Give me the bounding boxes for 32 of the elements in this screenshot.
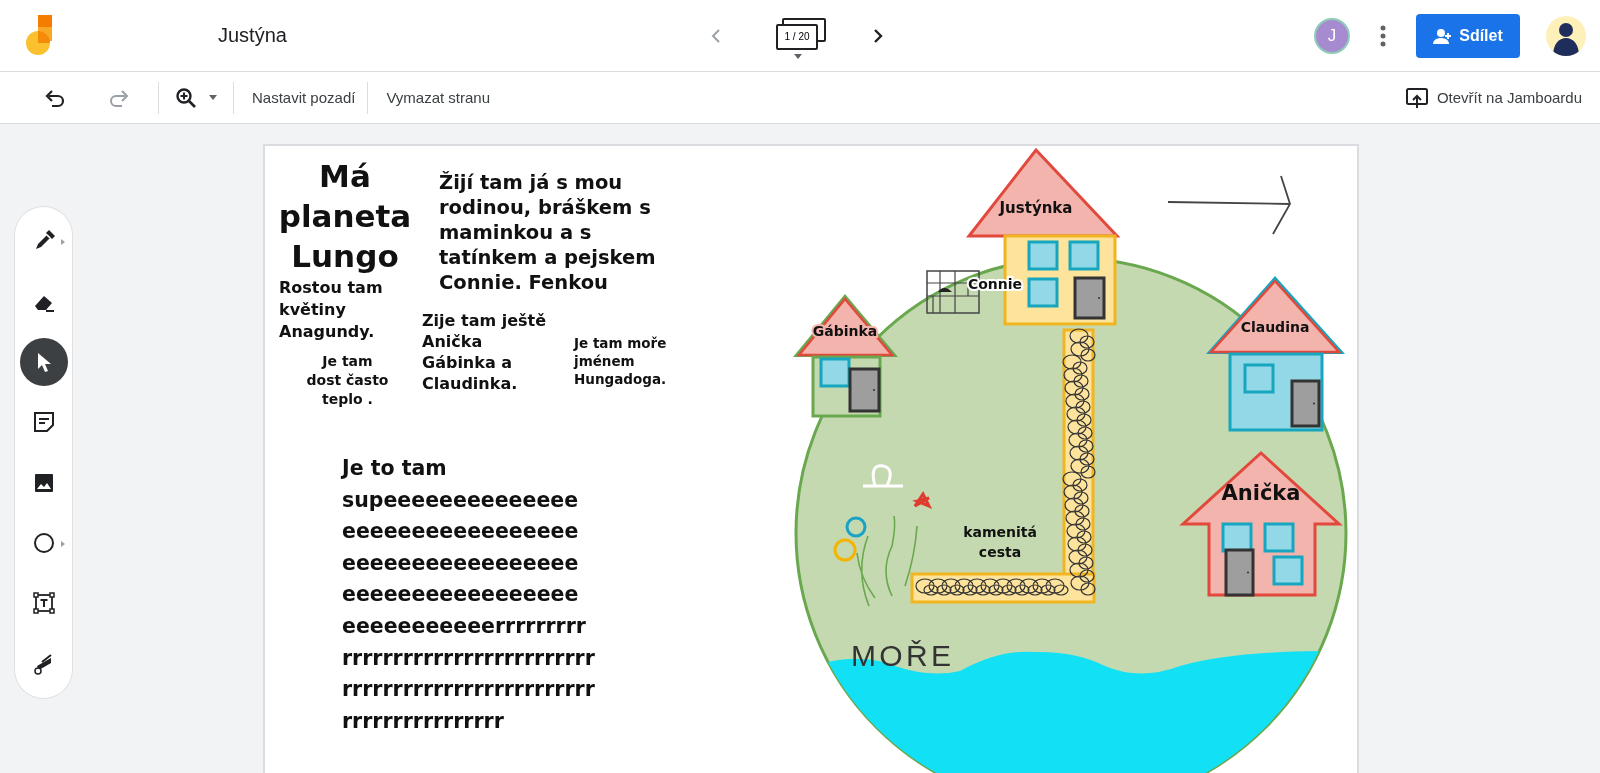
page-selector[interactable]: 1 / 20 [774,13,830,58]
house-label: Claudina [1240,319,1310,335]
caret-icon [60,541,65,548]
redo-icon [108,87,130,108]
house-label: Justýnka [999,199,1073,217]
board-title: Má planeta Lungo [277,157,413,276]
sticky-text: Je tam dost často teplo . [305,352,390,409]
circle-icon [31,531,56,556]
add-person-icon [1433,27,1454,44]
path-label: kamenitá cesta [963,524,1037,560]
share-button[interactable]: Sdílet [1416,13,1520,58]
sticky-text: Zije tam ještě Anička Gábinka a Claudinka. [422,310,547,394]
kebab-menu-icon [1380,24,1386,47]
zoom-in-icon [175,86,197,109]
sticky-text: Žijí tam já s mou rodinou, bráškem s maminkou a s tatínkem a pejskem Connie. Fenkou [439,170,656,295]
sea-label: MOŘE [851,639,951,672]
caret-icon [209,95,217,100]
sticky-text: Je tam moře jménem Hungadoga. [574,334,667,388]
sticky-text: Rostou tam květiny Anagundy. [279,277,383,343]
toolbar-action-button[interactable]: Vymazat stranu [382,85,495,110]
sticky-text: Je to tam supeeeeeeeeeeeeee eeeeeeeeeeeeeeeee eeeeeeeeeeeeeeeee eeeeeeeeeeeeeeeee eeeeeeeeeeerrrrrrrrr rrrrrrrrrrrrrrrrrrrrrrrrr rrrrrrrrrrrrrrrrrrrrrrrrr rrrrrrrrrrrrrrrr [342,455,595,735]
account-avatar[interactable] [1546,15,1586,56]
document-title[interactable]: Justýna [218,24,287,47]
caret-icon [60,239,65,246]
open-in-jamboard-button[interactable]: Otevřít na Jamboardu [1400,82,1586,113]
text-box-icon [31,591,56,616]
sticky-note-icon [31,410,56,435]
undo-icon [44,87,66,108]
toolbar-action-button[interactable]: Nastavit pozadí [248,85,360,110]
screen-upload-icon [1404,86,1429,109]
caret-icon [794,53,802,59]
house-label: Anička [1221,481,1301,505]
